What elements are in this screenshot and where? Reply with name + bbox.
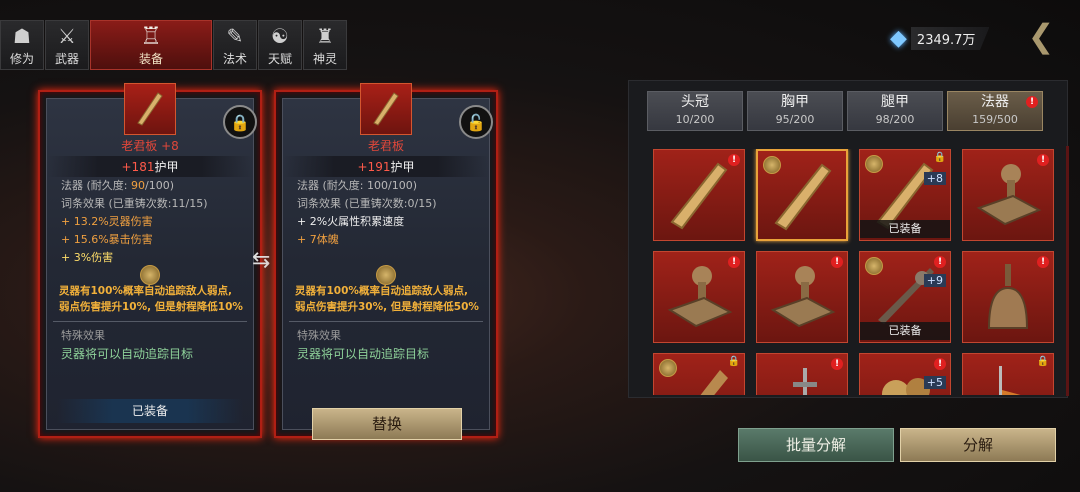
armor-stat: +181护甲 (47, 156, 253, 177)
tab-label: 修为 (9, 52, 34, 66)
tab-legs[interactable]: 腿甲 98/200 (847, 91, 943, 131)
alert-badge: ! (934, 256, 946, 268)
lock-icon[interactable]: 🔒 (223, 105, 257, 139)
equipped-tag: 已装备 (860, 322, 950, 340)
currency-amount: 2349.7万 (910, 27, 990, 50)
coin-icon (865, 257, 883, 275)
item-description: 灵器有100%概率自动追踪敌人弱点, 弱点伤害提升10%, 但是射程降低10% (59, 285, 243, 313)
coin-icon (140, 265, 160, 285)
lock-icon: 🔒 (727, 356, 740, 367)
inventory-panel: 头冠 10/200 胸甲 95/200 腿甲 98/200 法器 159/500 ! !… (628, 80, 1068, 398)
inventory-scrollbar[interactable] (1066, 146, 1069, 396)
item-thumbnail (124, 83, 176, 135)
inventory-slot[interactable]: ! +5 (859, 353, 951, 395)
enhance-level: +9 (923, 274, 946, 287)
person-icon: ☗ (13, 24, 31, 48)
top-tab-bar: ☗ 修为 ⚔ 武器 ♖ 装备 ✎ 法术 ☯ 天赋 ♜ 神灵 (0, 20, 348, 70)
alert-badge: ! (934, 358, 946, 370)
alert-badge: ! (728, 256, 740, 268)
special-effect-title: 特殊效果 (297, 329, 341, 342)
bulk-decompose-button[interactable]: 批量分解 (738, 428, 894, 462)
item-description: 灵器有100%概率自动追踪敌人弱点, 弱点伤害提升30%, 但是射程降低50% (295, 285, 479, 313)
item-thumbnail (360, 83, 412, 135)
alert-badge: ! (1026, 96, 1038, 108)
inventory-slot[interactable]: ! (756, 353, 848, 395)
item-name: 老君板 +8 (121, 139, 179, 153)
currency-display: ◆ 2349.7万 (890, 26, 990, 51)
equipped-label: 已装备 (57, 399, 243, 423)
swap-icon: ⇆ (252, 248, 271, 273)
item-stats: 法器 (耐久度: 90/100) 词条效果 (已重铸次数:11/15) + 13… (61, 179, 208, 264)
coin-icon (865, 155, 883, 173)
replace-button[interactable]: 替换 (312, 408, 462, 440)
tab-deity[interactable]: ♜ 神灵 (303, 20, 347, 70)
tab-label: 法术 (222, 52, 247, 66)
equipped-item-card: 🔒 老君板 +8 +181护甲 法器 (耐久度: 90/100) 词条效果 (已… (38, 83, 262, 438)
inventory-slot[interactable]: ! (653, 251, 745, 343)
inventory-slot[interactable]: ! (962, 149, 1054, 241)
tab-talent[interactable]: ☯ 天赋 (258, 20, 302, 70)
inventory-slot[interactable] (756, 149, 848, 241)
item-stats: 法器 (耐久度: 100/100) 词条效果 (已重铸次数:0/15) + 2%… (297, 179, 437, 246)
enhance-level: +5 (923, 376, 946, 389)
slot-tabs: 头冠 10/200 胸甲 95/200 腿甲 98/200 法器 159/500 ! (647, 91, 1047, 131)
alert-badge: ! (831, 358, 843, 370)
tab-label: 天赋 (267, 52, 292, 66)
tab-cultivation[interactable]: ☗ 修为 (0, 20, 44, 70)
lock-icon: 🔒 (933, 152, 946, 163)
coin-icon (376, 265, 396, 285)
robe-icon: ♖ (140, 22, 162, 50)
tab-label: 装备 (138, 52, 163, 66)
inventory-slot[interactable]: ! +9 已装备 (859, 251, 951, 343)
item-name: 老君板 (367, 139, 404, 153)
item-grid: ! 🔒 +8 已装备!!!! +9 已装备! 🔒!! +5 🔒 (653, 149, 1063, 395)
armor-stat: +191护甲 (283, 156, 489, 177)
alert-badge: ! (831, 256, 843, 268)
yinyang-icon: ☯ (271, 24, 289, 48)
sword-icon: ⚔ (58, 24, 76, 48)
tablet-icon: ♜ (316, 24, 334, 48)
unlock-icon[interactable]: 🔓 (459, 105, 493, 139)
inventory-slot[interactable]: 🔒 (653, 353, 745, 395)
enhance-level: +8 (923, 172, 946, 185)
inventory-slot[interactable]: ! (962, 251, 1054, 343)
special-effect: 灵器将可以自动追踪目标 (297, 347, 430, 361)
alert-badge: ! (1037, 256, 1049, 268)
tab-label: 神灵 (312, 52, 337, 66)
special-effect: 灵器将可以自动追踪目标 (61, 347, 194, 361)
inventory-slot[interactable]: 🔒 +8 已装备 (859, 149, 951, 241)
inventory-slot[interactable]: ! (653, 149, 745, 241)
coin-icon (763, 156, 781, 174)
tab-chest[interactable]: 胸甲 95/200 (747, 91, 843, 131)
equipped-tag: 已装备 (860, 220, 950, 238)
candidate-item-card: 🔓 老君板 +191护甲 法器 (耐久度: 100/100) 词条效果 (已重铸… (274, 83, 498, 438)
crystal-icon: ◆ (890, 26, 907, 51)
tab-weapon[interactable]: ⚔ 武器 (45, 20, 89, 70)
decompose-button[interactable]: 分解 (900, 428, 1056, 462)
tab-helmet[interactable]: 头冠 10/200 (647, 91, 743, 131)
alert-badge: ! (1037, 154, 1049, 166)
alert-badge: ! (728, 154, 740, 166)
menu-chevron-icon[interactable]: ❮ (1020, 16, 1062, 58)
tab-equipment[interactable]: ♖ 装备 (90, 20, 212, 70)
coin-icon (659, 359, 677, 377)
scroll-icon: ✎ (226, 24, 244, 48)
lock-icon: 🔒 (1036, 356, 1049, 367)
inventory-slot[interactable]: 🔒 (962, 353, 1054, 395)
tab-spell[interactable]: ✎ 法术 (213, 20, 257, 70)
tab-artifact[interactable]: 法器 159/500 ! (947, 91, 1043, 131)
inventory-slot[interactable]: ! (756, 251, 848, 343)
special-effect-title: 特殊效果 (61, 329, 105, 342)
tab-label: 武器 (54, 52, 79, 66)
